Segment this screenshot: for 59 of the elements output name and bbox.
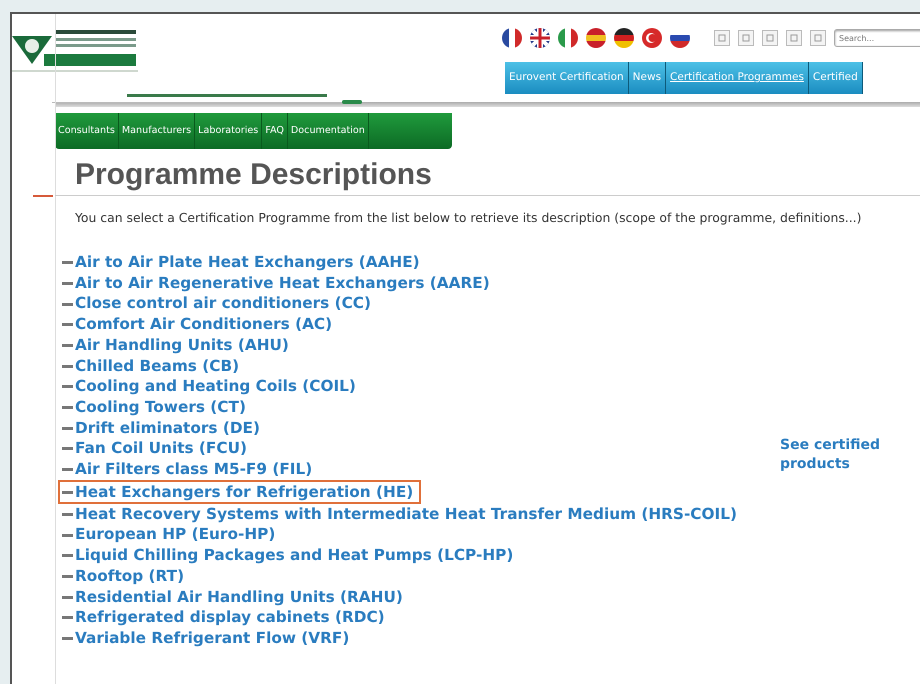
toolbar-icon[interactable]	[786, 30, 802, 46]
menu-tab[interactable]: Consultants	[55, 113, 119, 149]
dash-icon	[62, 616, 73, 620]
dash-icon	[62, 637, 73, 640]
dash-icon	[62, 406, 73, 410]
dash-icon	[62, 534, 73, 537]
flag-icon[interactable]	[614, 28, 634, 48]
programme-link[interactable]: Cooling Towers (CT)	[75, 398, 246, 416]
programme-link[interactable]: Air to Air Regenerative Heat Exchangers (AARE)	[75, 274, 490, 292]
nav-tab[interactable]: Certification Programmes	[666, 62, 809, 94]
menu-tab[interactable]: FAQ	[262, 113, 288, 149]
dash-icon	[62, 364, 73, 368]
programme-link[interactable]: Variable Refrigerant Flow (VRF)	[75, 628, 350, 647]
dash-icon	[62, 574, 73, 578]
nav-tab[interactable]: Eurovent Certification	[505, 62, 629, 94]
toolbar-icon[interactable]	[714, 30, 730, 46]
flag-icon[interactable]	[502, 28, 522, 48]
programme-link[interactable]: Drift eliminators (DE)	[75, 418, 260, 437]
toolbar-icon[interactable]	[810, 30, 826, 46]
menu-tab[interactable]: Laboratories	[195, 113, 262, 149]
dash-icon	[62, 385, 73, 388]
programme-link[interactable]: Air Handling Units (AHU)	[75, 336, 289, 354]
intro-text: You can select a Certification Programme from the list below to retrieve its description (scope of the programme, definitions...)	[75, 210, 862, 226]
programme-link[interactable]: Heat Recovery Systems with Intermediate Heat Transfer Medium (HRS-COIL)	[75, 504, 737, 523]
dash-icon	[62, 490, 73, 494]
dash-icon	[62, 468, 73, 472]
programme-link[interactable]: Air to Air Plate Heat Exchangers (AAHE)	[75, 253, 420, 271]
dash-icon	[62, 302, 73, 306]
toolbar-icon[interactable]	[738, 30, 754, 46]
programme-link[interactable]: Cooling and Heating Coils (COIL)	[75, 377, 356, 396]
programme-link[interactable]: Air Filters class M5-F9 (FIL)	[75, 460, 312, 478]
programme-link[interactable]: Residential Air Handling Units (RAHU)	[75, 588, 403, 606]
dash-icon	[62, 261, 73, 264]
programme-link[interactable]: European HP (Euro-HP)	[75, 525, 276, 544]
toolbar-icon[interactable]	[762, 30, 778, 46]
dash-icon	[62, 554, 73, 558]
programme-link[interactable]: Comfort Air Conditioners (AC)	[75, 315, 332, 334]
programme-link[interactable]: Refrigerated display cabinets (RDC)	[75, 608, 385, 626]
flag-icon[interactable]	[530, 28, 550, 48]
programme-link[interactable]: Chilled Beams (CB)	[75, 356, 240, 375]
dash-icon	[62, 344, 73, 347]
dash-icon	[62, 282, 73, 285]
menu-tab[interactable]: Manufacturers	[118, 113, 196, 149]
menu-tab[interactable]: Documentation	[288, 113, 369, 149]
certified-products-link[interactable]: See certified products	[780, 436, 910, 474]
programme-link[interactable]: Close control air conditioners (CC)	[75, 294, 372, 312]
dash-icon	[62, 447, 73, 450]
search-field[interactable]: Search...	[834, 29, 920, 47]
page-heading: Programme Descriptions	[75, 157, 433, 193]
programme-link[interactable]: Liquid Chilling Packages and Heat Pumps (LCP-HP)	[75, 546, 514, 564]
dash-icon	[62, 512, 73, 516]
programme-link[interactable]: Rooftop (RT)	[75, 566, 184, 585]
nav-tab[interactable]: Certified	[808, 62, 863, 94]
programme-link[interactable]: Heat Exchangers for Refrigeration (HE)	[75, 482, 414, 501]
dash-icon	[62, 426, 73, 430]
dash-icon	[62, 323, 73, 326]
dash-icon	[62, 596, 73, 599]
nav-tab[interactable]: News	[628, 62, 666, 94]
programme-link[interactable]: Fan Coil Units (FCU)	[75, 439, 248, 458]
